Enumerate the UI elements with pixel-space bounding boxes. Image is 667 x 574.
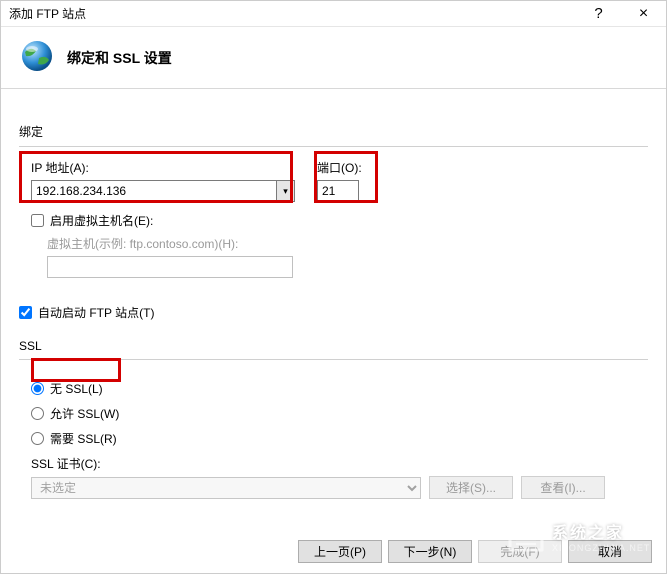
globe-icon	[19, 38, 67, 77]
enable-vhost-checkbox[interactable]	[31, 214, 44, 227]
ssl-none-label: 无 SSL(L)	[50, 380, 103, 397]
ssl-group-label: SSL	[19, 335, 648, 353]
chevron-down-icon: ▾	[283, 186, 288, 197]
ssl-none-radio[interactable]	[31, 382, 44, 395]
binding-group-label: 绑定	[19, 119, 648, 140]
finish-button: 完成(F)	[478, 540, 562, 563]
autostart-checkbox[interactable]	[19, 306, 32, 319]
vhost-input	[47, 256, 293, 278]
content-area: 绑定 IP 地址(A): ▾ 端口(O):	[1, 89, 666, 533]
ip-label: IP 地址(A):	[31, 159, 295, 176]
ip-address-input[interactable]	[31, 180, 277, 202]
next-button[interactable]: 下一步(N)	[388, 540, 472, 563]
binding-group: 绑定 IP 地址(A): ▾ 端口(O):	[19, 119, 648, 286]
cert-select-button: 选择(S)...	[429, 476, 513, 499]
page-title: 绑定和 SSL 设置	[67, 48, 172, 68]
ssl-cert-label: SSL 证书(C):	[31, 455, 636, 472]
enable-vhost-label: 启用虚拟主机名(E):	[50, 212, 153, 229]
close-button[interactable]: ×	[621, 1, 666, 27]
window-title: 添加 FTP 站点	[9, 5, 576, 22]
port-input[interactable]	[317, 180, 359, 202]
ssl-require-label: 需要 SSL(R)	[50, 430, 117, 447]
autostart-label: 自动启动 FTP 站点(T)	[38, 304, 154, 321]
title-bar: 添加 FTP 站点 ? ×	[1, 1, 666, 27]
help-button[interactable]: ?	[576, 1, 621, 27]
ssl-cert-select: 未选定	[31, 477, 421, 499]
autostart-row: 自动启动 FTP 站点(T)	[19, 304, 648, 321]
cert-view-button: 查看(I)...	[521, 476, 605, 499]
vhost-label: 虚拟主机(示例: ftp.contoso.com)(H):	[47, 235, 636, 252]
divider	[19, 146, 648, 147]
ssl-require-radio[interactable]	[31, 432, 44, 445]
ip-dropdown-button[interactable]: ▾	[277, 180, 295, 202]
prev-button[interactable]: 上一页(P)	[298, 540, 382, 563]
ssl-allow-radio[interactable]	[31, 407, 44, 420]
wizard-header: 绑定和 SSL 设置	[1, 27, 666, 89]
ssl-allow-label: 允许 SSL(W)	[50, 405, 119, 422]
ssl-group: SSL 无 SSL(L) 允许 SSL(W) 需要 SSL(R) SSL 证书(…	[19, 335, 648, 507]
wizard-footer: 上一页(P) 下一步(N) 完成(F) 取消	[298, 540, 652, 563]
port-label: 端口(O):	[317, 159, 362, 176]
cancel-button[interactable]: 取消	[568, 540, 652, 563]
divider	[19, 359, 648, 360]
